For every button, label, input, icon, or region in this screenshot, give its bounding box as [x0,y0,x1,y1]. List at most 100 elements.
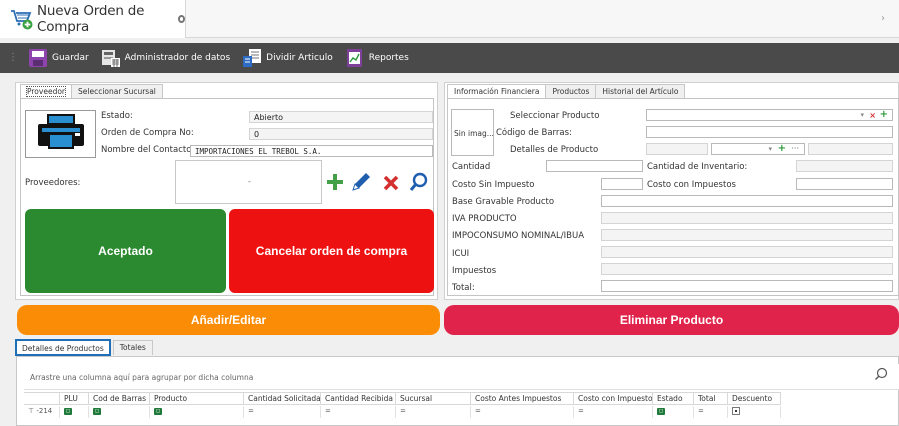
proveedores-dropdown[interactable]: - [175,160,322,204]
filter-producto[interactable]: ◻ [150,406,244,418]
seleccionar-producto-select[interactable]: ▾ × + [646,109,893,121]
filter-sucursal[interactable]: = [396,406,471,418]
reports-icon [345,48,365,68]
filter-estado[interactable]: ◻ [653,406,694,418]
detalles-producto-label: Detalles de Producto [510,145,599,155]
add-detail-icon[interactable]: + [778,144,786,154]
document-tab-bar: Nueva Orden de Compra › [0,0,899,38]
detalles-producto-select[interactable]: ▾ + ··· [711,143,805,155]
tab-totales[interactable]: Totales [112,340,153,355]
filter-costo-con[interactable]: = [574,406,653,418]
cantidad-inventario-field [796,160,893,172]
column-header-costo-antes[interactable]: Costo Antes Impuestos [471,393,574,404]
column-header-total[interactable]: Total [694,393,728,404]
impoconsumo-label: IMPOCONSUMO NOMINAL/IBUA [452,231,585,241]
column-header-costo-con[interactable]: Costo con Impuesto [574,393,653,404]
equals-filter-icon: = [475,407,481,415]
chevron-right-icon[interactable]: › [881,13,885,24]
printer-button[interactable] [25,110,96,158]
proveedores-label: Proveedores: [25,178,81,188]
toolbar-grip-icon[interactable]: ⋮ [8,53,18,63]
filter-type-icon: ◻ [93,407,101,415]
base-gravable-input[interactable] [601,195,893,207]
more-options-icon[interactable]: ··· [791,144,799,154]
add-supplier-icon[interactable] [326,173,344,194]
column-header-plu[interactable]: PLU [60,393,89,404]
search-supplier-icon[interactable] [409,172,429,195]
tab-proveedor[interactable]: Proveedor [20,84,72,99]
filter-type-icon: ◻ [154,407,162,415]
equals-filter-icon: = [248,407,254,415]
filter-cod-barras[interactable]: ◻ [89,406,150,418]
clear-product-icon[interactable]: × [869,110,876,120]
split-article-button[interactable]: Dividir Articulo [242,43,333,73]
equals-filter-icon: = [578,407,584,415]
tab-detalles-productos[interactable]: Detalles de Productos [15,339,111,356]
grid-header-row: PLU Cod de Barras Producto Cantidad Soli… [24,392,781,405]
tab-seleccionar-sucursal[interactable]: Seleccionar Sucursal [71,84,163,99]
costo-sin-impuesto-input[interactable] [601,178,643,190]
filter-cantidad-recibida[interactable]: = [321,406,396,418]
column-header-descuento[interactable]: Descuento [728,393,781,404]
column-header-cantidad-recibida[interactable]: Cantidad Recibida [321,393,396,404]
anadir-editar-button[interactable]: Añadir/Editar [17,305,440,335]
contacto-input[interactable]: IMPORTACIONES EL TREBOL S.A. [190,145,433,157]
dropdown-arrow-icon[interactable]: ▾ [768,144,772,154]
codigo-barras-label: Código de Barras: [496,128,572,138]
shopping-cart-add-icon [10,8,34,30]
product-image: Sin imag... [451,109,494,156]
estado-label: Estado: [101,111,133,121]
estado-field: Abierto [249,111,433,123]
filter-descuento[interactable] [728,406,781,418]
group-by-hint: Arrastre una columna aquí para agrupar p… [30,373,254,382]
contacto-label: Nombre del Contacto: [101,145,195,155]
costo-con-impuestos-input[interactable] [796,178,893,190]
supplier-tabs: Proveedor Seleccionar Sucursal [20,84,163,99]
edit-supplier-icon[interactable] [350,171,372,196]
financial-tabs: Información Financiera Productos Histori… [447,84,686,99]
cantidad-input[interactable] [546,160,643,172]
dropdown-arrow-icon[interactable]: ▾ [860,110,864,120]
tab-historial-articulo[interactable]: Historial del Artículo [595,84,686,99]
document-tab[interactable]: Nueva Orden de Compra [0,0,186,38]
icui-label: ICUI [452,249,470,259]
filter-icon: ⊤ [28,407,35,415]
printer-icon [36,113,86,155]
column-header-estado[interactable]: Estado [653,393,694,404]
column-header-producto[interactable]: Producto [150,393,244,404]
data-manager-label: Administrador de datos [124,53,231,63]
equals-filter-icon: = [325,407,331,415]
filter-type-icon: ◻ [64,407,72,415]
grid-search-icon[interactable] [874,367,888,384]
aceptado-button[interactable]: Aceptado [25,209,226,293]
window-title: Nueva Orden de Compra [37,3,145,35]
tab-informacion-financiera[interactable]: Información Financiera [447,84,547,99]
filter-plu[interactable]: ◻ [60,406,89,418]
column-header-indicator[interactable] [24,393,60,404]
filter-costo-antes[interactable]: = [471,406,574,418]
orden-compra-label: Orden de Compra No: [101,128,194,138]
iva-producto-label: IVA PRODUCTO [452,214,517,224]
cancelar-orden-button[interactable]: Cancelar orden de compra [229,209,434,293]
add-product-icon[interactable]: + [880,110,888,120]
costo-sin-impuesto-label: Costo Sin Impuesto [452,180,535,190]
save-button[interactable]: Guardar [28,43,89,73]
column-header-cantidad-solicitada[interactable]: Cantidad Solicitada [244,393,321,404]
filter-cantidad-solicitada[interactable]: = [244,406,321,418]
codigo-barras-input[interactable] [646,126,893,138]
column-header-sucursal[interactable]: Sucursal [396,393,471,404]
column-header-cod-barras[interactable]: Cod de Barras [89,393,150,404]
filter-total[interactable]: = [694,406,728,418]
eliminar-producto-button[interactable]: Eliminar Producto [444,305,899,335]
filter-indicator-cell[interactable]: ⊤ -214 [24,406,60,418]
reports-button[interactable]: Reportes [345,43,409,73]
detalles-producto-field-2 [808,143,893,155]
split-article-icon [242,48,262,68]
filter-row-value: -214 [36,407,53,415]
close-tab-icon[interactable] [177,15,185,23]
delete-supplier-icon[interactable] [383,175,399,194]
tab-productos[interactable]: Productos [545,84,597,99]
data-manager-button[interactable]: Administrador de datos [101,43,230,73]
seleccionar-producto-label: Seleccionar Producto [510,111,600,121]
checkbox-filter-icon [732,407,740,415]
